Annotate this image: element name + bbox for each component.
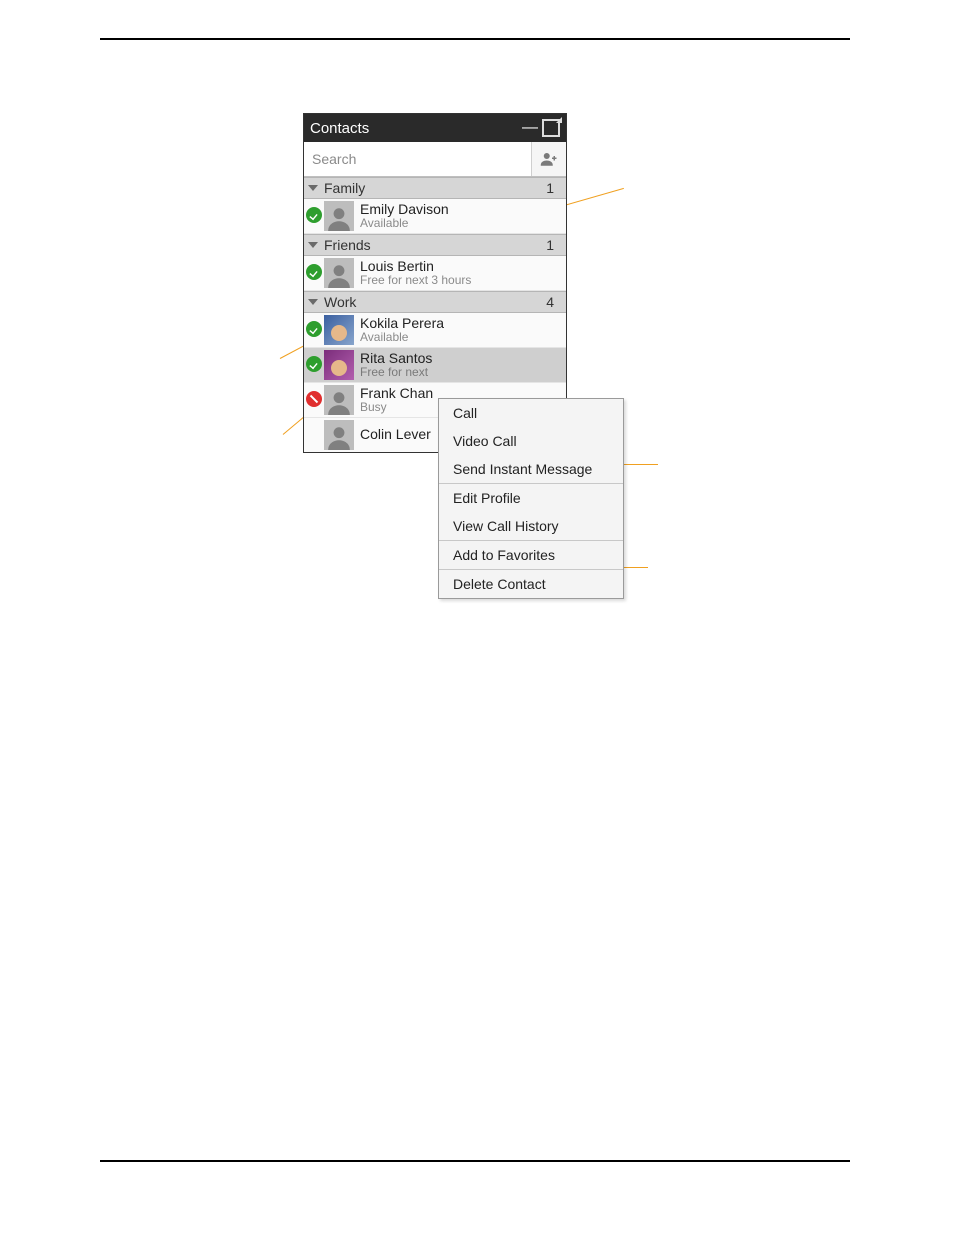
menu-item-add-favorites[interactable]: Add to Favorites xyxy=(439,541,623,569)
contact-name: Rita Santos xyxy=(360,351,432,366)
contact-name: Louis Bertin xyxy=(360,259,471,274)
chevron-down-icon xyxy=(308,299,318,305)
contact-name: Kokila Perera xyxy=(360,316,444,331)
avatar xyxy=(324,315,354,345)
avatar xyxy=(324,385,354,415)
presence-available-icon xyxy=(306,321,322,337)
menu-item-delete-contact[interactable]: Delete Contact xyxy=(439,570,623,598)
group-name: Friends xyxy=(324,237,546,253)
presence-busy-icon xyxy=(306,391,322,407)
add-contact-icon xyxy=(540,150,558,168)
contact-status: Busy xyxy=(360,401,433,414)
group-count: 1 xyxy=(546,180,558,196)
avatar xyxy=(324,201,354,231)
presence-available-icon xyxy=(306,264,322,280)
context-menu: Call Video Call Send Instant Message Edi… xyxy=(438,398,624,599)
group-count: 1 xyxy=(546,237,558,253)
group-header-family[interactable]: Family 1 xyxy=(304,177,566,199)
search-input[interactable] xyxy=(304,143,531,175)
presence-none-icon xyxy=(306,426,322,442)
group-header-friends[interactable]: Friends 1 xyxy=(304,234,566,256)
popout-icon[interactable] xyxy=(542,119,560,137)
page-rule-bottom xyxy=(100,1160,850,1162)
search-bar xyxy=(304,142,566,177)
contact-status: Available xyxy=(360,217,449,230)
avatar xyxy=(324,350,354,380)
menu-item-call[interactable]: Call xyxy=(439,399,623,427)
contact-row-louis[interactable]: Louis Bertin Free for next 3 hours xyxy=(304,256,566,291)
avatar xyxy=(324,258,354,288)
add-contact-button[interactable] xyxy=(531,142,566,176)
chevron-down-icon xyxy=(308,242,318,248)
contact-name: Frank Chan xyxy=(360,386,433,401)
minimize-button[interactable]: — xyxy=(522,119,536,137)
avatar xyxy=(324,420,354,450)
presence-available-icon xyxy=(306,356,322,372)
page-rule-top xyxy=(100,38,850,40)
contact-name: Colin Lever xyxy=(360,427,431,442)
contact-row-emily[interactable]: Emily Davison Available xyxy=(304,199,566,234)
contact-name: Emily Davison xyxy=(360,202,449,217)
group-name: Family xyxy=(324,180,546,196)
contact-status: Available xyxy=(360,331,444,344)
chevron-down-icon xyxy=(308,185,318,191)
menu-item-view-history[interactable]: View Call History xyxy=(439,512,623,540)
panel-title: Contacts xyxy=(310,120,522,137)
contact-status: Free for next xyxy=(360,366,432,379)
group-name: Work xyxy=(324,294,546,310)
group-header-work[interactable]: Work 4 xyxy=(304,291,566,313)
contact-row-kokila[interactable]: Kokila Perera Available xyxy=(304,313,566,348)
titlebar: Contacts — xyxy=(304,114,566,142)
presence-available-icon xyxy=(306,207,322,223)
menu-item-video-call[interactable]: Video Call xyxy=(439,427,623,455)
menu-item-send-im[interactable]: Send Instant Message xyxy=(439,455,623,483)
menu-item-edit-profile[interactable]: Edit Profile xyxy=(439,484,623,512)
contact-status: Free for next 3 hours xyxy=(360,274,471,287)
contact-row-rita[interactable]: Rita Santos Free for next xyxy=(304,348,566,383)
group-count: 4 xyxy=(546,294,558,310)
